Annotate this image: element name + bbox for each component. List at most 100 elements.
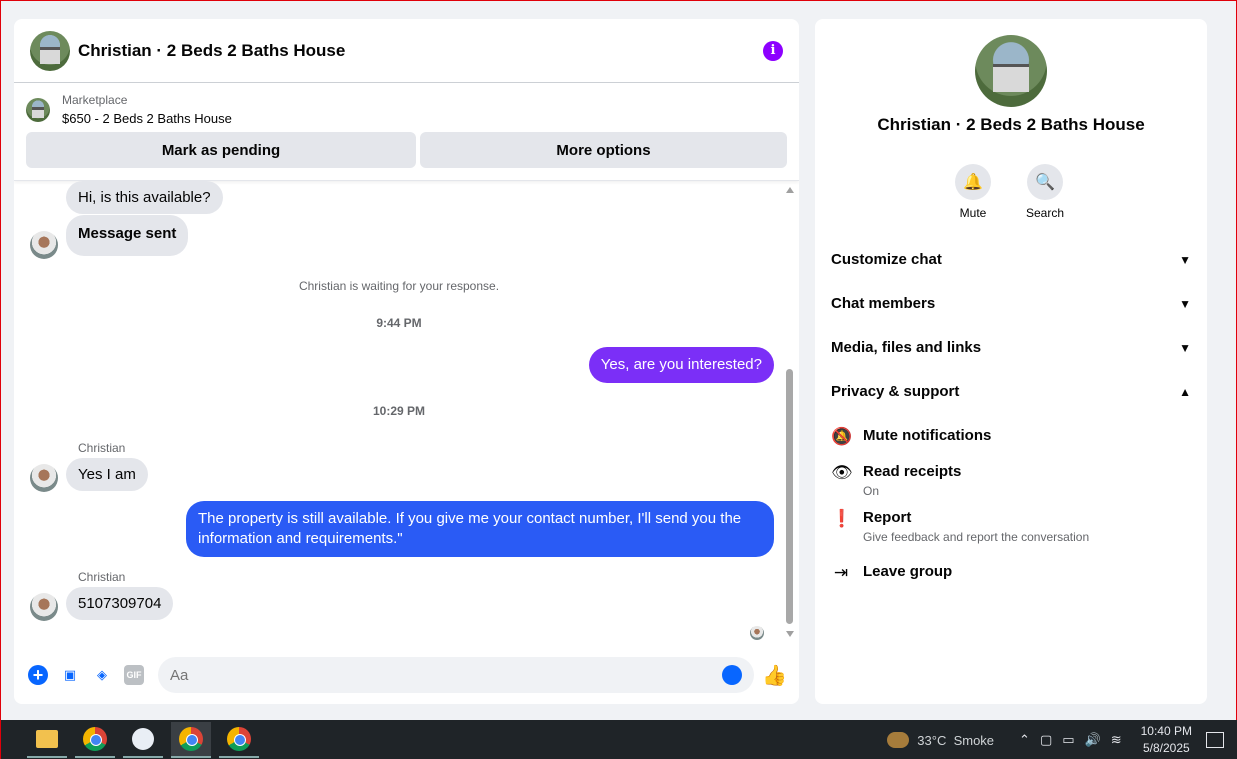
incoming-message[interactable]: 5107309704	[66, 587, 174, 620]
chevron-down-icon: ▼	[1179, 296, 1191, 311]
notification-icon[interactable]	[1206, 732, 1224, 748]
report-icon: ❗	[831, 509, 853, 528]
chevron-up-icon: ▲	[1179, 384, 1191, 399]
chrome-taskbar-button[interactable]	[75, 722, 115, 758]
conversation-details-panel: Christian · 2 Beds 2 Baths House 🔔 Mute …	[815, 19, 1207, 704]
more-options-button[interactable]: More options	[420, 132, 787, 168]
clock-time: 10:40 PM	[1140, 724, 1192, 738]
chrome-icon	[179, 727, 203, 751]
contact-avatar[interactable]	[30, 593, 58, 621]
chevron-down-icon: ▼	[1179, 340, 1191, 355]
leave-group-option[interactable]: ⇥ Leave group	[831, 563, 952, 583]
option-label: Mute notifications	[863, 427, 992, 444]
mute-button[interactable]: 🔔 Mute	[943, 164, 1003, 220]
incoming-message[interactable]: Yes I am	[66, 458, 148, 491]
section-customize-chat[interactable]: Customize chat ▼	[831, 251, 1191, 268]
report-description: Give feedback and report the conversatio…	[863, 530, 1090, 544]
section-label: Privacy & support	[831, 383, 960, 400]
section-label: Media, files and links	[831, 339, 982, 356]
section-media-files-links[interactable]: Media, files and links ▼	[831, 339, 1191, 356]
scroll-down-arrow[interactable]	[786, 631, 794, 637]
chrome-icon	[227, 727, 251, 751]
snipping-tool-taskbar-button[interactable]	[123, 722, 163, 758]
seen-avatar-icon	[750, 626, 764, 640]
message-list: Hi, is this available? Message sent Chri…	[14, 181, 799, 647]
info-icon[interactable]: i	[763, 40, 783, 61]
leave-icon: ⇥	[833, 563, 849, 582]
message-composer: + ▣ ◈ GIF 👍	[14, 655, 799, 695]
section-label: Customize chat	[831, 251, 942, 268]
message-input-wrapper	[158, 657, 755, 693]
eye-icon: 👁	[831, 463, 853, 482]
snipping-tool-icon	[132, 728, 154, 750]
contact-avatar[interactable]	[30, 231, 58, 259]
temperature: 33°C	[917, 732, 947, 748]
listing-avatar[interactable]	[30, 30, 70, 71]
gif-icon[interactable]: GIF	[124, 665, 144, 685]
contact-avatar[interactable]	[30, 464, 58, 492]
option-label: Leave group	[863, 563, 953, 580]
search-button[interactable]: 🔍 Search	[1015, 164, 1075, 220]
marketplace-row[interactable]: Marketplace $650 - 2 Beds 2 Baths House	[26, 93, 787, 126]
mute-notifications-option[interactable]: 🔕 Mute notifications	[831, 427, 991, 447]
mark-as-pending-button[interactable]: Mark as pending	[26, 132, 416, 168]
section-privacy-support[interactable]: Privacy & support ▲	[831, 383, 1191, 400]
waiting-notice: Christian is waiting for your response.	[298, 279, 500, 293]
plus-icon[interactable]: +	[28, 665, 48, 685]
search-label: Search	[1025, 206, 1065, 220]
wifi-icon[interactable]: ≋	[1111, 732, 1122, 748]
clock-date: 5/8/2025	[1142, 741, 1190, 755]
weather-condition: Smoke	[953, 732, 995, 748]
image-icon[interactable]: ▣	[60, 665, 80, 685]
chevron-down-icon: ▼	[1179, 252, 1191, 267]
listing-title: $650 - 2 Beds 2 Baths House	[62, 111, 232, 126]
bell-icon: 🔔	[955, 164, 991, 200]
marketplace-banner: Marketplace $650 - 2 Beds 2 Baths House …	[14, 83, 799, 181]
chrome-icon	[83, 727, 107, 751]
weather-widget[interactable]: 33°C Smoke	[887, 732, 994, 748]
weather-icon	[887, 732, 910, 748]
message-input[interactable]	[170, 666, 723, 684]
chat-header: Christian · 2 Beds 2 Baths House i	[14, 19, 799, 83]
scroll-up-arrow[interactable]	[786, 187, 794, 193]
option-label: Report	[863, 509, 912, 526]
chat-title[interactable]: Christian · 2 Beds 2 Baths House	[78, 41, 763, 61]
volume-icon[interactable]: 🔊	[1085, 732, 1101, 748]
incoming-message[interactable]: Message sent	[66, 215, 189, 256]
chrome-profile-taskbar-button[interactable]	[171, 722, 211, 758]
file-explorer-taskbar-button[interactable]	[27, 722, 67, 758]
thumbs-up-icon[interactable]: 👍	[762, 663, 787, 688]
scrollbar-thumb[interactable]	[786, 369, 793, 624]
mute-label: Mute	[959, 206, 987, 220]
incoming-message[interactable]: Hi, is this available?	[66, 181, 223, 214]
conversation-name: Christian · 2 Beds 2 Baths House	[877, 115, 1145, 134]
clock[interactable]: 10:40 PM 5/8/2025	[1141, 723, 1192, 757]
option-label: Read receipts	[863, 463, 962, 480]
report-option[interactable]: ❗ Report Give feedback and report the co…	[831, 509, 1089, 544]
chat-panel: Christian · 2 Beds 2 Baths House i Marke…	[14, 19, 799, 704]
timestamp: 9:44 PM	[376, 316, 422, 330]
folder-icon	[36, 730, 58, 748]
marketplace-label: Marketplace	[62, 93, 128, 107]
conversation-avatar[interactable]	[975, 35, 1047, 107]
sender-name: Christian	[78, 570, 126, 584]
section-label: Chat members	[831, 295, 936, 312]
sticker-icon[interactable]: ◈	[92, 665, 112, 685]
bell-off-icon: 🔕	[831, 427, 853, 446]
timestamp: 10:29 PM	[372, 404, 426, 418]
read-receipts-value: On	[863, 484, 880, 498]
chevron-up-icon[interactable]: ⌃	[1019, 732, 1030, 748]
chrome-profile-2-taskbar-button[interactable]	[219, 722, 259, 758]
section-chat-members[interactable]: Chat members ▼	[831, 295, 1191, 312]
read-receipts-option[interactable]: 👁 Read receipts On	[831, 463, 961, 498]
outgoing-message[interactable]: The property is still available. If you …	[186, 501, 774, 557]
sender-name: Christian	[78, 441, 126, 455]
emoji-icon[interactable]	[722, 665, 743, 685]
outgoing-message[interactable]: Yes, are you interested?	[588, 347, 774, 383]
windows-taskbar: 33°C Smoke ⌃ ▢ ▭ 🔊 ≋ 10:40 PM 5/8/2025	[1, 720, 1237, 759]
meet-icon[interactable]: ▢	[1040, 732, 1052, 748]
search-icon: 🔍	[1027, 164, 1063, 200]
system-tray: 33°C Smoke ⌃ ▢ ▭ 🔊 ≋ 10:40 PM 5/8/2025	[887, 720, 1237, 759]
listing-thumbnail	[26, 97, 50, 122]
battery-icon[interactable]: ▭	[1062, 732, 1074, 748]
